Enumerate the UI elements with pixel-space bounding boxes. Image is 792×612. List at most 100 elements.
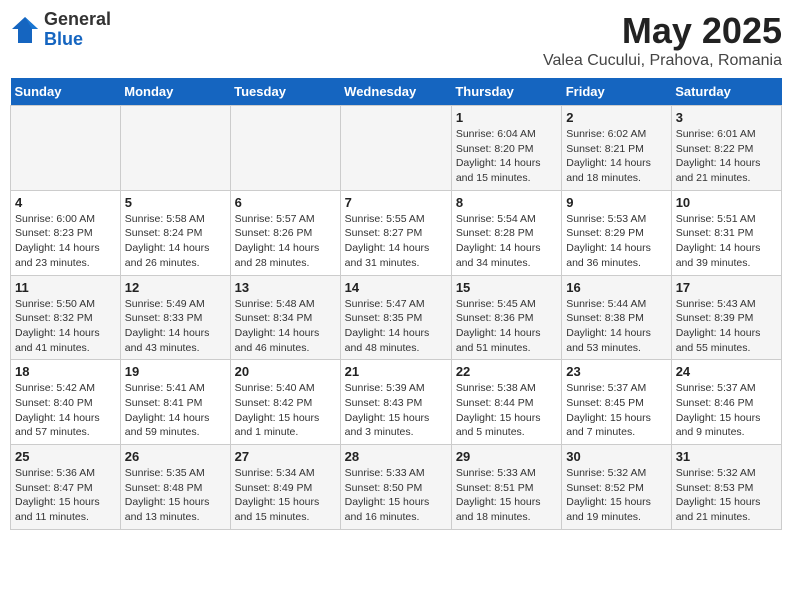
day-info: Sunrise: 6:02 AMSunset: 8:21 PMDaylight:…: [566, 127, 666, 186]
calendar-cell: 13Sunrise: 5:48 AMSunset: 8:34 PMDayligh…: [230, 275, 340, 360]
day-info: Sunrise: 5:51 AMSunset: 8:31 PMDaylight:…: [676, 212, 777, 271]
calendar-cell: 22 Sunrise: 5:38 AMSunset: 8:44 PMDayligh…: [451, 360, 561, 445]
calendar-cell: 8 Sunrise: 5:54 AMSunset: 8:28 PMDaylight…: [451, 190, 561, 275]
calendar-header-row: SundayMondayTuesdayWednesdayThursdayFrid…: [11, 78, 782, 106]
calendar-cell: 16 Sunrise: 5:44 AMSunset: 8:38 PMDayligh…: [562, 275, 671, 360]
logo-blue: Blue: [44, 30, 111, 50]
day-number: 8: [456, 195, 557, 210]
calendar-cell: 14 Sunrise: 5:47 AMSunset: 8:35 PMDayligh…: [340, 275, 451, 360]
header-tuesday: Tuesday: [230, 78, 340, 106]
day-info: Sunrise: 5:40 AMSunset: 8:42 PMDaylight:…: [235, 381, 336, 440]
day-info: Sunrise: 5:41 AMSunset: 8:41 PMDaylight:…: [125, 381, 226, 440]
day-info: Sunrise: 5:42 AMSunset: 8:40 PMDaylight:…: [15, 381, 116, 440]
day-number: 2: [566, 110, 666, 125]
calendar-cell: 11 Sunrise: 5:50 AMSunset: 8:32 PMDayligh…: [11, 275, 121, 360]
day-info: Sunrise: 6:01 AMSunset: 8:22 PMDaylight:…: [676, 127, 777, 186]
calendar-cell: 10 Sunrise: 5:51 AMSunset: 8:31 PMDayligh…: [671, 190, 781, 275]
day-number: 18: [15, 364, 116, 379]
day-info: Sunrise: 5:50 AMSunset: 8:32 PMDaylight:…: [15, 297, 116, 356]
day-number: 31: [676, 449, 777, 464]
day-info: Sunrise: 6:04 AMSunset: 8:20 PMDaylight:…: [456, 127, 557, 186]
page-header: General Blue May 2025 Valea Cucului, Pra…: [10, 10, 782, 70]
calendar-cell: 12 Sunrise: 5:49 AMSunset: 8:33 PMDayligh…: [120, 275, 230, 360]
calendar-cell: 30Sunrise: 5:32 AMSunset: 8:52 PMDayligh…: [562, 445, 671, 530]
day-number: 3: [676, 110, 777, 125]
calendar-cell: 25 Sunrise: 5:36 AMSunset: 8:47 PMDayligh…: [11, 445, 121, 530]
day-number: 26: [125, 449, 226, 464]
day-info: Sunrise: 5:38 AMSunset: 8:44 PMDaylight:…: [456, 381, 557, 440]
month-year-title: May 2025: [543, 10, 782, 52]
day-number: 19: [125, 364, 226, 379]
header-saturday: Saturday: [671, 78, 781, 106]
logo: General Blue: [10, 10, 111, 50]
logo-text: General Blue: [44, 10, 111, 50]
calendar-week-row: 25 Sunrise: 5:36 AMSunset: 8:47 PMDayligh…: [11, 445, 782, 530]
calendar-cell: 4 Sunrise: 6:00 AMSunset: 8:23 PMDaylight…: [11, 190, 121, 275]
day-info: Sunrise: 5:35 AMSunset: 8:48 PMDaylight:…: [125, 466, 226, 525]
logo-general: General: [44, 10, 111, 30]
calendar-cell: 1 Sunrise: 6:04 AMSunset: 8:20 PMDaylight…: [451, 106, 561, 191]
day-number: 6: [235, 195, 336, 210]
day-info: Sunrise: 5:47 AMSunset: 8:35 PMDaylight:…: [345, 297, 447, 356]
day-info: Sunrise: 5:37 AMSunset: 8:46 PMDaylight:…: [676, 381, 777, 440]
header-friday: Friday: [562, 78, 671, 106]
calendar-cell: 21Sunrise: 5:39 AMSunset: 8:43 PMDayligh…: [340, 360, 451, 445]
calendar-table: SundayMondayTuesdayWednesdayThursdayFrid…: [10, 78, 782, 530]
calendar-cell: [120, 106, 230, 191]
day-info: Sunrise: 5:44 AMSunset: 8:38 PMDaylight:…: [566, 297, 666, 356]
calendar-week-row: 18 Sunrise: 5:42 AMSunset: 8:40 PMDayligh…: [11, 360, 782, 445]
day-number: 11: [15, 280, 116, 295]
day-number: 9: [566, 195, 666, 210]
day-info: Sunrise: 5:49 AMSunset: 8:33 PMDaylight:…: [125, 297, 226, 356]
calendar-cell: [230, 106, 340, 191]
calendar-cell: 17Sunrise: 5:43 AMSunset: 8:39 PMDayligh…: [671, 275, 781, 360]
day-info: Sunrise: 5:54 AMSunset: 8:28 PMDaylight:…: [456, 212, 557, 271]
day-number: 24: [676, 364, 777, 379]
day-number: 16: [566, 280, 666, 295]
title-section: May 2025 Valea Cucului, Prahova, Romania: [543, 10, 782, 70]
header-thursday: Thursday: [451, 78, 561, 106]
day-number: 10: [676, 195, 777, 210]
day-number: 29: [456, 449, 557, 464]
calendar-cell: [11, 106, 121, 191]
day-number: 12: [125, 280, 226, 295]
calendar-cell: 2 Sunrise: 6:02 AMSunset: 8:21 PMDaylight…: [562, 106, 671, 191]
header-monday: Monday: [120, 78, 230, 106]
calendar-week-row: 1 Sunrise: 6:04 AMSunset: 8:20 PMDaylight…: [11, 106, 782, 191]
day-info: Sunrise: 6:00 AMSunset: 8:23 PMDaylight:…: [15, 212, 116, 271]
calendar-week-row: 4 Sunrise: 6:00 AMSunset: 8:23 PMDaylight…: [11, 190, 782, 275]
day-number: 4: [15, 195, 116, 210]
day-number: 25: [15, 449, 116, 464]
day-info: Sunrise: 5:58 AMSunset: 8:24 PMDaylight:…: [125, 212, 226, 271]
day-number: 20: [235, 364, 336, 379]
day-info: Sunrise: 5:57 AMSunset: 8:26 PMDaylight:…: [235, 212, 336, 271]
day-info: Sunrise: 5:45 AMSunset: 8:36 PMDaylight:…: [456, 297, 557, 356]
day-info: Sunrise: 5:32 AMSunset: 8:53 PMDaylight:…: [676, 466, 777, 525]
calendar-cell: 23Sunrise: 5:37 AMSunset: 8:45 PMDayligh…: [562, 360, 671, 445]
calendar-cell: 27Sunrise: 5:34 AMSunset: 8:49 PMDayligh…: [230, 445, 340, 530]
logo-icon: [10, 15, 40, 45]
calendar-cell: 18 Sunrise: 5:42 AMSunset: 8:40 PMDayligh…: [11, 360, 121, 445]
calendar-cell: 31 Sunrise: 5:32 AMSunset: 8:53 PMDayligh…: [671, 445, 781, 530]
calendar-cell: 19 Sunrise: 5:41 AMSunset: 8:41 PMDayligh…: [120, 360, 230, 445]
calendar-cell: 6 Sunrise: 5:57 AMSunset: 8:26 PMDaylight…: [230, 190, 340, 275]
calendar-cell: 26 Sunrise: 5:35 AMSunset: 8:48 PMDayligh…: [120, 445, 230, 530]
day-number: 23: [566, 364, 666, 379]
day-number: 27: [235, 449, 336, 464]
day-number: 1: [456, 110, 557, 125]
day-number: 5: [125, 195, 226, 210]
header-wednesday: Wednesday: [340, 78, 451, 106]
calendar-cell: 29 Sunrise: 5:33 AMSunset: 8:51 PMDayligh…: [451, 445, 561, 530]
calendar-cell: 15Sunrise: 5:45 AMSunset: 8:36 PMDayligh…: [451, 275, 561, 360]
day-info: Sunrise: 5:55 AMSunset: 8:27 PMDaylight:…: [345, 212, 447, 271]
calendar-cell: 28Sunrise: 5:33 AMSunset: 8:50 PMDayligh…: [340, 445, 451, 530]
day-number: 22: [456, 364, 557, 379]
day-number: 7: [345, 195, 447, 210]
location-subtitle: Valea Cucului, Prahova, Romania: [543, 52, 782, 70]
day-info: Sunrise: 5:36 AMSunset: 8:47 PMDaylight:…: [15, 466, 116, 525]
day-info: Sunrise: 5:48 AMSunset: 8:34 PMDaylight:…: [235, 297, 336, 356]
day-info: Sunrise: 5:53 AMSunset: 8:29 PMDaylight:…: [566, 212, 666, 271]
calendar-cell: 24 Sunrise: 5:37 AMSunset: 8:46 PMDayligh…: [671, 360, 781, 445]
day-info: Sunrise: 5:33 AMSunset: 8:51 PMDaylight:…: [456, 466, 557, 525]
day-number: 14: [345, 280, 447, 295]
